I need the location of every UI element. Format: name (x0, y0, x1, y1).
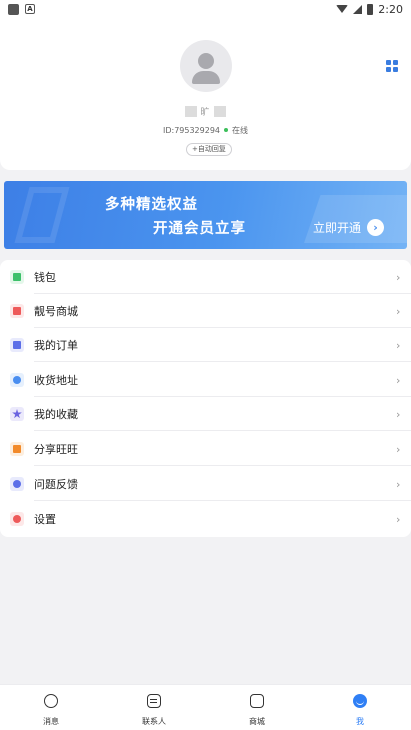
chevron-right-icon: › (396, 270, 401, 284)
menu-item-label: 问题反馈 (34, 478, 78, 491)
order-icon (10, 338, 24, 352)
online-dot (224, 128, 229, 132)
chevron-right-icon: › (396, 442, 401, 456)
nickname-text: 旷 (200, 108, 211, 118)
divider (34, 500, 411, 501)
tab-messages[interactable]: 消息 (21, 685, 81, 730)
menu-item-label: 设置 (34, 513, 56, 526)
open-membership-label: 立即开通 (313, 221, 362, 235)
chevron-right-icon: › (396, 477, 401, 491)
user-id-line: ID:795329294 在线 (0, 125, 411, 136)
contacts-icon (147, 694, 161, 708)
menu-item-label: 钱包 (34, 271, 56, 284)
nickname-blur (185, 106, 198, 117)
wifi-icon (336, 5, 349, 13)
divider (34, 361, 411, 362)
tab-label: 我 (356, 717, 364, 726)
menu-item-share[interactable]: 分享旺旺 › (0, 432, 411, 466)
auto-reply-button[interactable]: +自动回复 (186, 143, 232, 156)
menu-item-favorites[interactable]: 我的收藏 › (0, 397, 411, 431)
tab-contacts[interactable]: 联系人 (124, 685, 184, 730)
divider (34, 430, 411, 431)
message-icon (44, 694, 58, 708)
me-icon (353, 694, 367, 708)
wallet-icon (10, 270, 24, 284)
tab-label: 消息 (43, 717, 59, 726)
tab-label: 商城 (249, 717, 265, 726)
membership-banner[interactable]: 多种精选权益 开通会员立享 立即开通 › (4, 181, 407, 249)
app-notification-icon (8, 3, 19, 15)
menu-item-address[interactable]: 收货地址 › (0, 363, 411, 397)
divider (34, 465, 411, 466)
nickname-blur (213, 106, 226, 117)
chevron-right-icon: › (396, 407, 401, 421)
status-time: 2:20 (378, 2, 403, 16)
chevron-right-icon: › (396, 338, 401, 352)
menu-item-feedback[interactable]: 问题反馈 › (0, 467, 411, 501)
menu-item-label: 收货地址 (34, 374, 78, 387)
chevron-right-icon: › (396, 373, 401, 387)
menu-item-label: 分享旺旺 (34, 443, 78, 456)
favorite-icon (10, 407, 24, 421)
avatar[interactable] (180, 40, 232, 92)
menu-item-label: 靓号商城 (34, 305, 78, 318)
banner-subline: 开通会员立享 (153, 221, 246, 237)
open-membership-button[interactable]: 立即开通 › (313, 219, 385, 236)
store-icon (10, 304, 24, 318)
user-id: ID:795329294 (162, 126, 221, 135)
menu-item-settings[interactable]: 设置 › (0, 502, 411, 536)
arrow-right-icon: › (367, 219, 385, 236)
avatar-body-shape (192, 71, 220, 84)
address-icon (10, 373, 24, 387)
status-notifications: A (8, 3, 35, 15)
shop-icon (250, 694, 264, 708)
menu-item-wallet[interactable]: 钱包 › (0, 260, 411, 294)
status-bar: A 2:20 (0, 0, 411, 18)
menu-item-label: 我的收藏 (34, 408, 78, 421)
menu-list: 钱包 › 靓号商城 › 我的订单 › 收货地址 › 我的收藏 › 分享旺旺 › … (0, 260, 411, 537)
share-icon (10, 442, 24, 456)
keyboard-notification-icon: A (25, 4, 35, 14)
chevron-right-icon: › (396, 304, 401, 318)
battery-icon (367, 3, 374, 15)
nickname: 旷 (0, 104, 411, 119)
menu-item-orders[interactable]: 我的订单 › (0, 328, 411, 362)
qr-code-icon[interactable] (386, 60, 398, 72)
menu-item-label: 我的订单 (34, 339, 78, 352)
tab-me[interactable]: 我 (330, 685, 390, 730)
status-indicators: 2:20 (336, 3, 403, 16)
online-status: 在线 (232, 126, 249, 135)
bottom-tab-bar: 消息 联系人 商城 我 (0, 684, 411, 730)
tab-shop[interactable]: 商城 (227, 685, 287, 730)
feedback-icon (10, 477, 24, 491)
avatar-placeholder-icon (198, 53, 214, 69)
chevron-right-icon: › (396, 512, 401, 526)
settings-icon (10, 512, 24, 526)
banner-decoration (14, 187, 70, 243)
banner-headline: 多种精选权益 (105, 197, 198, 213)
menu-item-store[interactable]: 靓号商城 › (0, 294, 411, 328)
tab-label: 联系人 (142, 717, 166, 726)
profile-card: 旷 ID:795329294 在线 +自动回复 (0, 18, 411, 170)
signal-icon (353, 4, 363, 14)
